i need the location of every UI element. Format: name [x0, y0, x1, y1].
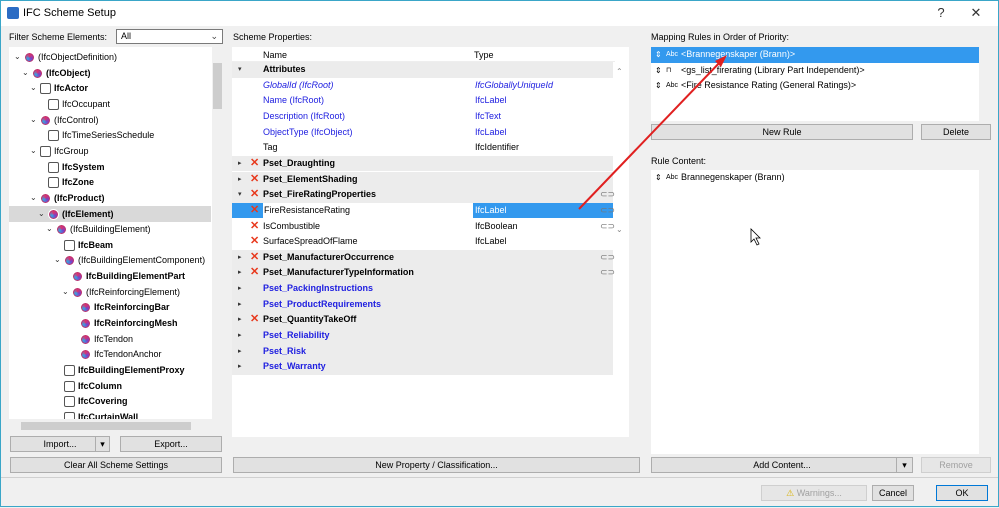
arrow-line	[578, 58, 724, 210]
dialog-window: IFC Scheme Setup ? ✕ Filter Scheme Eleme…	[0, 0, 999, 507]
mouse-cursor-icon	[750, 228, 761, 246]
annotation-arrow	[578, 55, 761, 246]
